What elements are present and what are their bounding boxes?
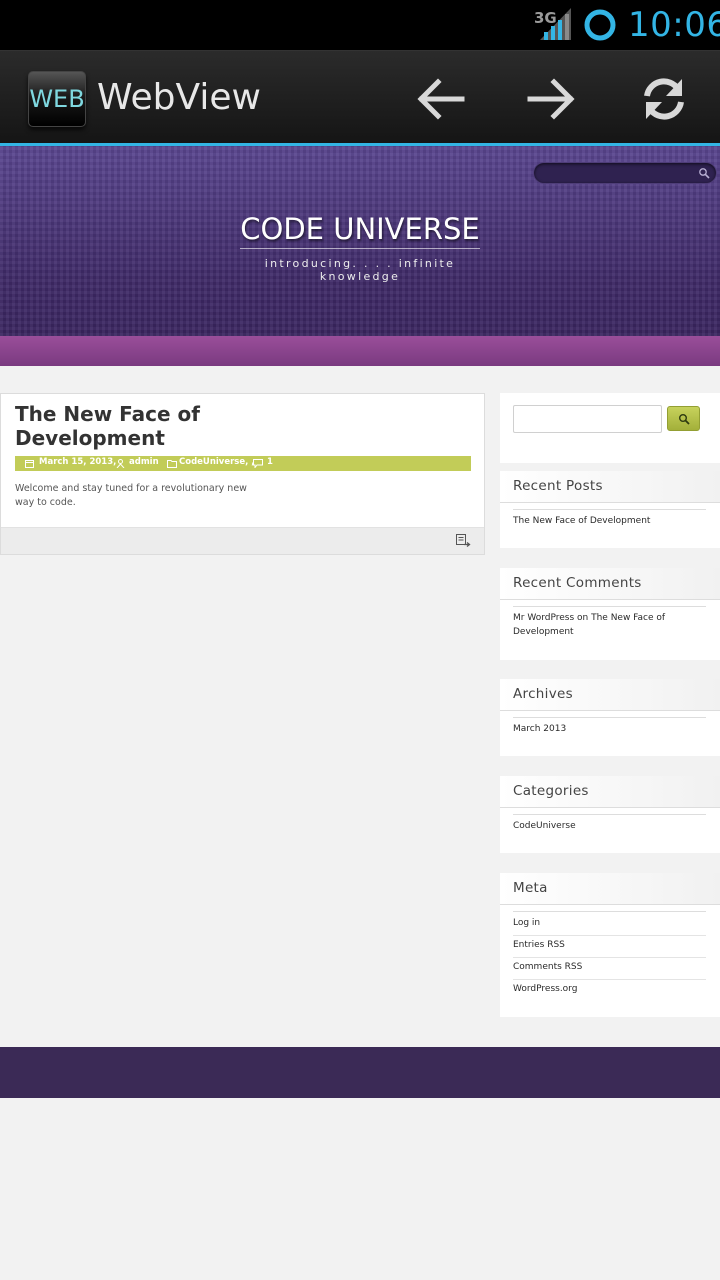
widget-title: Archives <box>500 679 720 711</box>
header-search-input[interactable] <box>533 162 717 184</box>
meta-link-login[interactable]: Log in <box>513 916 708 930</box>
nav-bar <box>0 336 720 366</box>
app-title: WebView <box>97 77 261 118</box>
search-icon <box>679 414 690 425</box>
refresh-icon <box>644 78 684 120</box>
categories-widget: Categories CodeUniverse <box>500 776 720 853</box>
post-excerpt: Welcome and stay tuned for a revolutiona… <box>15 483 247 508</box>
sidebar-search-input[interactable] <box>513 405 662 433</box>
post-title[interactable]: The New Face of Development <box>15 402 235 450</box>
arrow-right-icon <box>527 78 575 120</box>
author-icon <box>116 459 125 468</box>
back-button[interactable] <box>410 69 470 129</box>
divider <box>513 717 706 718</box>
battery-icon <box>584 9 616 41</box>
meta-widget: Meta Log in Entries RSS Comments RSS Wor… <box>500 873 720 1017</box>
read-more-icon[interactable] <box>456 534 471 548</box>
recent-comment: Mr WordPress on The New Face of Developm… <box>513 611 708 639</box>
meta-link-wordpress[interactable]: WordPress.org <box>513 982 708 996</box>
folder-icon <box>167 460 177 468</box>
recent-comments-widget: Recent Comments Mr WordPress on The New … <box>500 568 720 660</box>
divider <box>513 911 706 912</box>
app-icon-label: WEB <box>29 85 85 113</box>
divider <box>513 957 706 958</box>
post-card: The New Face of Development March 15, 20… <box>0 393 485 555</box>
comment-on-text: on <box>574 613 592 623</box>
status-bar: 3G 10:06 <box>0 0 720 50</box>
search-icon[interactable] <box>698 167 710 179</box>
site-header: CODE UNIVERSE introducing. . . . infinit… <box>0 146 720 336</box>
comment-author-link[interactable]: Mr WordPress <box>513 613 574 623</box>
archives-widget: Archives March 2013 <box>500 679 720 756</box>
app-icon[interactable]: WEB <box>28 71 86 127</box>
post-comment-count[interactable]: 1 <box>267 457 273 467</box>
meta-link-comments-rss[interactable]: Comments RSS <box>513 960 708 974</box>
divider <box>513 979 706 980</box>
post-category[interactable]: CodeUniverse, , <box>179 457 255 467</box>
post-author[interactable]: admin <box>129 457 159 467</box>
widget-title: Meta <box>500 873 720 905</box>
site-footer <box>0 1047 720 1098</box>
archive-link[interactable]: March 2013 <box>513 722 708 736</box>
widget-title: Recent Comments <box>500 568 720 600</box>
sidebar-search-button[interactable] <box>667 406 700 431</box>
site-title[interactable]: CODE UNIVERSE <box>240 212 480 249</box>
calendar-icon <box>25 460 34 468</box>
divider <box>513 814 706 815</box>
forward-button[interactable] <box>522 69 582 129</box>
meta-link-entries-rss[interactable]: Entries RSS <box>513 938 708 952</box>
site-tagline: introducing. . . . infinite knowledge <box>264 257 456 283</box>
post-meta: March 15, 2013, admin CodeUniverse, , 1 <box>15 456 471 471</box>
divider <box>513 509 706 510</box>
recent-posts-widget: Recent Posts The New Face of Development <box>500 471 720 548</box>
post-date: March 15, 2013, <box>39 457 117 467</box>
arrow-left-icon <box>417 78 465 120</box>
signal-icon <box>540 8 571 40</box>
clock: 10:06 <box>628 5 720 45</box>
category-link[interactable]: CodeUniverse <box>513 819 708 833</box>
sidebar-search-widget <box>500 393 720 463</box>
divider <box>513 606 706 607</box>
widget-title: Categories <box>500 776 720 808</box>
widget-title: Recent Posts <box>500 471 720 503</box>
divider <box>513 935 706 936</box>
post-footer <box>1 527 484 554</box>
comment-icon <box>253 459 263 468</box>
action-bar: WEB WebView <box>0 50 720 143</box>
recent-post-link[interactable]: The New Face of Development <box>513 514 708 528</box>
refresh-button[interactable] <box>634 69 694 129</box>
